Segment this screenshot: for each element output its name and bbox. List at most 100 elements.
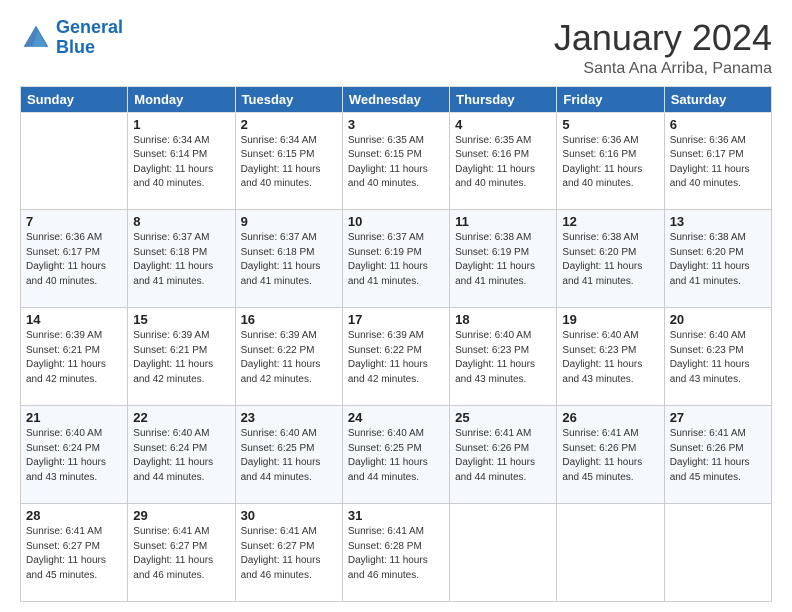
day-info: Sunrise: 6:36 AMSunset: 6:16 PMDaylight:… [562,134,658,192]
day-number: 22 [133,410,229,425]
calendar-cell: 9Sunrise: 6:37 AMSunset: 6:18 PMDaylight… [235,210,342,308]
day-info: Sunrise: 6:39 AMSunset: 6:22 PMDaylight:… [348,329,444,387]
weekday-header: Sunday [21,86,128,112]
weekday-header: Friday [557,86,664,112]
day-info: Sunrise: 6:41 AMSunset: 6:27 PMDaylight:… [133,525,229,583]
calendar-cell: 19 Sunrise: 6:40 AMSunset: 6:23 PMDayligh… [557,308,664,406]
calendar-cell: 26 Sunrise: 6:41 AMSunset: 6:26 PMDayligh… [557,406,664,504]
day-number: 31 [348,508,444,523]
day-info: Sunrise: 6:34 AMSunset: 6:15 PMDaylight:… [241,134,337,192]
day-number: 28 [26,508,122,523]
calendar-cell: 12 Sunrise: 6:38 AMSunset: 6:20 PMDayligh… [557,210,664,308]
day-number: 16 [241,312,337,327]
title-block: January 2024 Santa Ana Arriba, Panama [554,18,772,78]
day-number: 6 [670,117,766,132]
day-number: 1 [133,117,229,132]
main-title: January 2024 [554,18,772,58]
day-info: Sunrise: 6:36 AMSunset: 6:17 PMDaylight:… [670,134,766,192]
calendar-cell: 10Sunrise: 6:37 AMSunset: 6:19 PMDayligh… [342,210,449,308]
calendar-cell: 5 Sunrise: 6:36 AMSunset: 6:16 PMDaylight… [557,112,664,210]
calendar-cell: 6 Sunrise: 6:36 AMSunset: 6:17 PMDaylight… [664,112,771,210]
day-number: 24 [348,410,444,425]
calendar-cell: 7Sunrise: 6:36 AMSunset: 6:17 PMDaylight… [21,210,128,308]
day-info: Sunrise: 6:35 AMSunset: 6:16 PMDaylight:… [455,134,551,192]
day-number: 8 [133,214,229,229]
logo-line2: Blue [56,37,95,57]
day-info: Sunrise: 6:40 AMSunset: 6:24 PMDaylight:… [133,427,229,485]
logo-icon [20,22,52,54]
calendar-week-row: 14 Sunrise: 6:39 AMSunset: 6:21 PMDayligh… [21,308,772,406]
logo: General Blue [20,18,123,58]
calendar-cell: 11 Sunrise: 6:38 AMSunset: 6:19 PMDayligh… [450,210,557,308]
calendar-cell: 22 Sunrise: 6:40 AMSunset: 6:24 PMDayligh… [128,406,235,504]
day-number: 21 [26,410,122,425]
logo-text: General Blue [56,18,123,58]
day-info: Sunrise: 6:40 AMSunset: 6:25 PMDaylight:… [241,427,337,485]
day-number: 18 [455,312,551,327]
calendar-cell: 13 Sunrise: 6:38 AMSunset: 6:20 PMDayligh… [664,210,771,308]
day-number: 14 [26,312,122,327]
calendar-cell: 21 Sunrise: 6:40 AMSunset: 6:24 PMDayligh… [21,406,128,504]
calendar-cell: 23 Sunrise: 6:40 AMSunset: 6:25 PMDayligh… [235,406,342,504]
day-info: Sunrise: 6:39 AMSunset: 6:21 PMDaylight:… [133,329,229,387]
weekday-header: Saturday [664,86,771,112]
calendar-table: SundayMondayTuesdayWednesdayThursdayFrid… [20,86,772,602]
calendar-cell: 15 Sunrise: 6:39 AMSunset: 6:21 PMDayligh… [128,308,235,406]
weekday-header: Thursday [450,86,557,112]
day-info: Sunrise: 6:41 AMSunset: 6:26 PMDaylight:… [562,427,658,485]
day-info: Sunrise: 6:34 AMSunset: 6:14 PMDaylight:… [133,134,229,192]
page: General Blue January 2024 Santa Ana Arri… [0,0,792,612]
weekday-header: Monday [128,86,235,112]
day-number: 26 [562,410,658,425]
day-number: 3 [348,117,444,132]
calendar-cell: 24 Sunrise: 6:40 AMSunset: 6:25 PMDayligh… [342,406,449,504]
day-number: 15 [133,312,229,327]
day-info: Sunrise: 6:41 AMSunset: 6:28 PMDaylight:… [348,525,444,583]
day-number: 5 [562,117,658,132]
day-info: Sunrise: 6:40 AMSunset: 6:24 PMDaylight:… [26,427,122,485]
day-info: Sunrise: 6:39 AMSunset: 6:22 PMDaylight:… [241,329,337,387]
calendar-cell: 31 Sunrise: 6:41 AMSunset: 6:28 PMDayligh… [342,504,449,602]
day-info: Sunrise: 6:41 AMSunset: 6:26 PMDaylight:… [455,427,551,485]
day-info: Sunrise: 6:39 AMSunset: 6:21 PMDaylight:… [26,329,122,387]
day-number: 23 [241,410,337,425]
calendar-cell: 25 Sunrise: 6:41 AMSunset: 6:26 PMDayligh… [450,406,557,504]
calendar-cell: 29 Sunrise: 6:41 AMSunset: 6:27 PMDayligh… [128,504,235,602]
day-number: 20 [670,312,766,327]
day-number: 25 [455,410,551,425]
day-info: Sunrise: 6:37 AMSunset: 6:18 PMDaylight:… [241,231,337,289]
day-info: Sunrise: 6:40 AMSunset: 6:23 PMDaylight:… [562,329,658,387]
day-number: 30 [241,508,337,523]
calendar-week-row: 7Sunrise: 6:36 AMSunset: 6:17 PMDaylight… [21,210,772,308]
day-info: Sunrise: 6:41 AMSunset: 6:27 PMDaylight:… [26,525,122,583]
day-info: Sunrise: 6:37 AMSunset: 6:18 PMDaylight:… [133,231,229,289]
calendar-cell: 18 Sunrise: 6:40 AMSunset: 6:23 PMDayligh… [450,308,557,406]
day-info: Sunrise: 6:40 AMSunset: 6:23 PMDaylight:… [670,329,766,387]
calendar-cell: 8 Sunrise: 6:37 AMSunset: 6:18 PMDaylight… [128,210,235,308]
day-number: 10 [348,214,444,229]
calendar-cell: 27Sunrise: 6:41 AMSunset: 6:26 PMDayligh… [664,406,771,504]
day-number: 27 [670,410,766,425]
header: General Blue January 2024 Santa Ana Arri… [20,18,772,78]
logo-line1: General [56,17,123,37]
day-info: Sunrise: 6:38 AMSunset: 6:20 PMDaylight:… [562,231,658,289]
day-number: 12 [562,214,658,229]
day-number: 19 [562,312,658,327]
calendar-week-row: 1 Sunrise: 6:34 AMSunset: 6:14 PMDaylight… [21,112,772,210]
weekday-header: Tuesday [235,86,342,112]
day-number: 29 [133,508,229,523]
calendar-cell: 3Sunrise: 6:35 AMSunset: 6:15 PMDaylight… [342,112,449,210]
day-info: Sunrise: 6:40 AMSunset: 6:25 PMDaylight:… [348,427,444,485]
day-info: Sunrise: 6:38 AMSunset: 6:20 PMDaylight:… [670,231,766,289]
calendar-cell: 2Sunrise: 6:34 AMSunset: 6:15 PMDaylight… [235,112,342,210]
calendar-cell [664,504,771,602]
calendar-cell: 14 Sunrise: 6:39 AMSunset: 6:21 PMDayligh… [21,308,128,406]
calendar-cell: 17 Sunrise: 6:39 AMSunset: 6:22 PMDayligh… [342,308,449,406]
day-info: Sunrise: 6:38 AMSunset: 6:19 PMDaylight:… [455,231,551,289]
day-info: Sunrise: 6:40 AMSunset: 6:23 PMDaylight:… [455,329,551,387]
day-number: 11 [455,214,551,229]
calendar-header-row: SundayMondayTuesdayWednesdayThursdayFrid… [21,86,772,112]
day-number: 17 [348,312,444,327]
day-number: 13 [670,214,766,229]
calendar-cell [21,112,128,210]
